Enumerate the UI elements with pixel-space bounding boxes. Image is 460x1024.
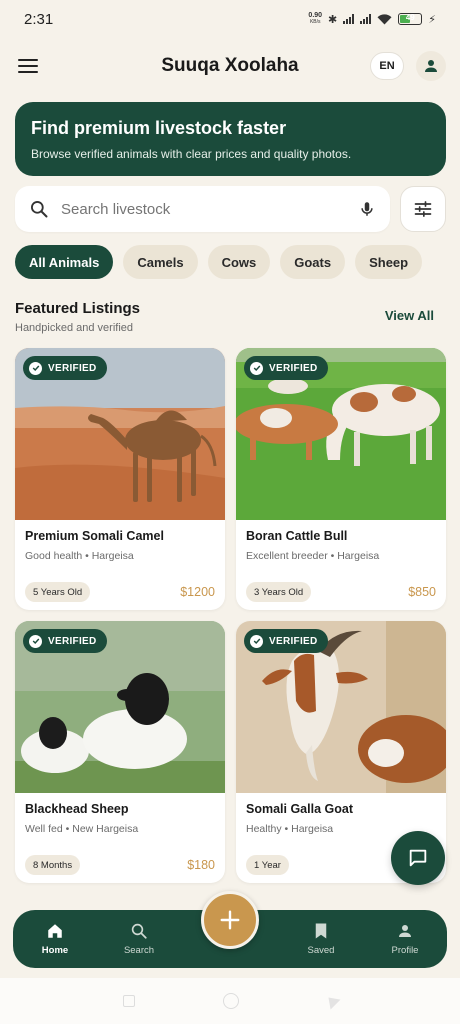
battery-icon: 49	[398, 13, 423, 25]
search-input[interactable]	[61, 200, 346, 218]
home-system-icon[interactable]	[223, 993, 239, 1009]
nav-home[interactable]: Home	[13, 922, 97, 956]
age-tag: 1 Year	[246, 855, 289, 875]
language-button[interactable]: EN	[370, 52, 404, 80]
filter-sliders-icon	[414, 201, 432, 217]
recents-icon[interactable]	[123, 995, 135, 1007]
person-icon	[399, 925, 411, 937]
listing-price: $850	[408, 585, 436, 599]
search-row	[15, 186, 446, 234]
camel-photo: VERIFIED	[15, 348, 225, 520]
age-tag: 5 Years Old	[25, 582, 91, 602]
chip-camels[interactable]: Camels	[123, 245, 198, 279]
chat-button[interactable]	[391, 831, 445, 885]
listing-name: Boran Cattle Bull	[246, 529, 348, 543]
listing-name: Blackhead Sheep	[25, 802, 129, 816]
listing-card-sheep[interactable]: VERIFIED Blackhead Sheep Well fed • New …	[15, 621, 225, 883]
app-bar: Suuqa Xoolaha EN	[0, 44, 460, 88]
listing-price: $1200	[180, 585, 215, 599]
plus-icon	[220, 910, 240, 930]
bookmark-icon	[315, 923, 327, 939]
signal-icon	[343, 14, 355, 24]
verified-badge: VERIFIED	[244, 629, 328, 653]
age-tag: 8 Months	[25, 855, 81, 875]
section-title: Featured Listings	[15, 300, 141, 317]
nav-profile[interactable]: Profile	[363, 922, 447, 956]
system-navigation	[0, 978, 460, 1024]
check-icon	[250, 361, 263, 375]
status-bar: 2:31 0.90 KB/s ✱ 49 ⚡	[0, 0, 460, 38]
verified-badge: VERIFIED	[244, 356, 328, 380]
hero-title: Find premium livestock faster	[31, 118, 287, 138]
listing-name: Premium Somali Camel	[25, 529, 164, 543]
category-chips: All Animals Camels Cows Goats Sheep	[15, 245, 423, 279]
cattle-photo: VERIFIED	[236, 348, 446, 520]
hero-banner: Find premium livestock faster Browse ver…	[15, 102, 446, 176]
wifi-icon	[377, 13, 392, 24]
chat-icon	[409, 849, 427, 867]
search-bar[interactable]	[15, 186, 390, 232]
signal-icon-2	[360, 14, 372, 24]
chip-all-animals[interactable]: All Animals	[15, 245, 114, 279]
verified-badge: VERIFIED	[23, 629, 107, 653]
listing-card-camel[interactable]: VERIFIED Premium Somali Camel Good healt…	[15, 348, 225, 610]
hero-subtitle: Browse verified animals with clear price…	[31, 147, 352, 161]
person-icon	[425, 60, 437, 72]
search-icon	[31, 201, 48, 218]
status-time: 2:31	[24, 10, 54, 28]
back-icon[interactable]	[323, 992, 341, 1010]
charging-icon: ⚡	[428, 13, 436, 26]
chip-goats[interactable]: Goats	[280, 245, 346, 279]
chip-cows[interactable]: Cows	[207, 245, 271, 279]
status-icons: 0.90 KB/s ✱ 49 ⚡	[308, 12, 436, 26]
view-all-link[interactable]: View All	[385, 308, 434, 323]
listing-meta: Good health • Hargeisa	[25, 550, 134, 562]
nav-search[interactable]: Search	[97, 922, 181, 956]
network-speed: 0.90 KB/s	[308, 12, 323, 25]
listing-name: Somali Galla Goat	[246, 802, 353, 816]
check-icon	[29, 361, 42, 375]
chip-sheep[interactable]: Sheep	[355, 245, 423, 279]
listing-meta: Well fed • New Hargeisa	[25, 823, 139, 835]
section-subtitle: Handpicked and verified	[15, 322, 134, 334]
verified-badge: VERIFIED	[23, 356, 107, 380]
listing-price: $180	[187, 858, 215, 872]
check-icon	[250, 634, 263, 648]
home-icon	[48, 924, 62, 938]
check-icon	[29, 634, 42, 648]
age-tag: 3 Years Old	[246, 582, 312, 602]
menu-icon[interactable]	[18, 59, 38, 73]
sheep-photo: VERIFIED	[15, 621, 225, 793]
bluetooth-icon: ✱	[328, 13, 338, 26]
listing-card-cattle[interactable]: VERIFIED Boran Cattle Bull Excellent bre…	[236, 348, 446, 610]
account-button[interactable]	[416, 51, 446, 81]
search-icon	[131, 923, 147, 939]
add-listing-button[interactable]	[201, 891, 259, 949]
nav-saved[interactable]: Saved	[279, 922, 363, 956]
filter-button[interactable]	[400, 186, 446, 232]
listing-meta: Excellent breeder • Hargeisa	[246, 550, 380, 562]
goat-photo: VERIFIED	[236, 621, 446, 793]
microphone-icon[interactable]	[358, 199, 376, 219]
featured-header: Featured Listings Handpicked and verifie…	[15, 298, 446, 334]
